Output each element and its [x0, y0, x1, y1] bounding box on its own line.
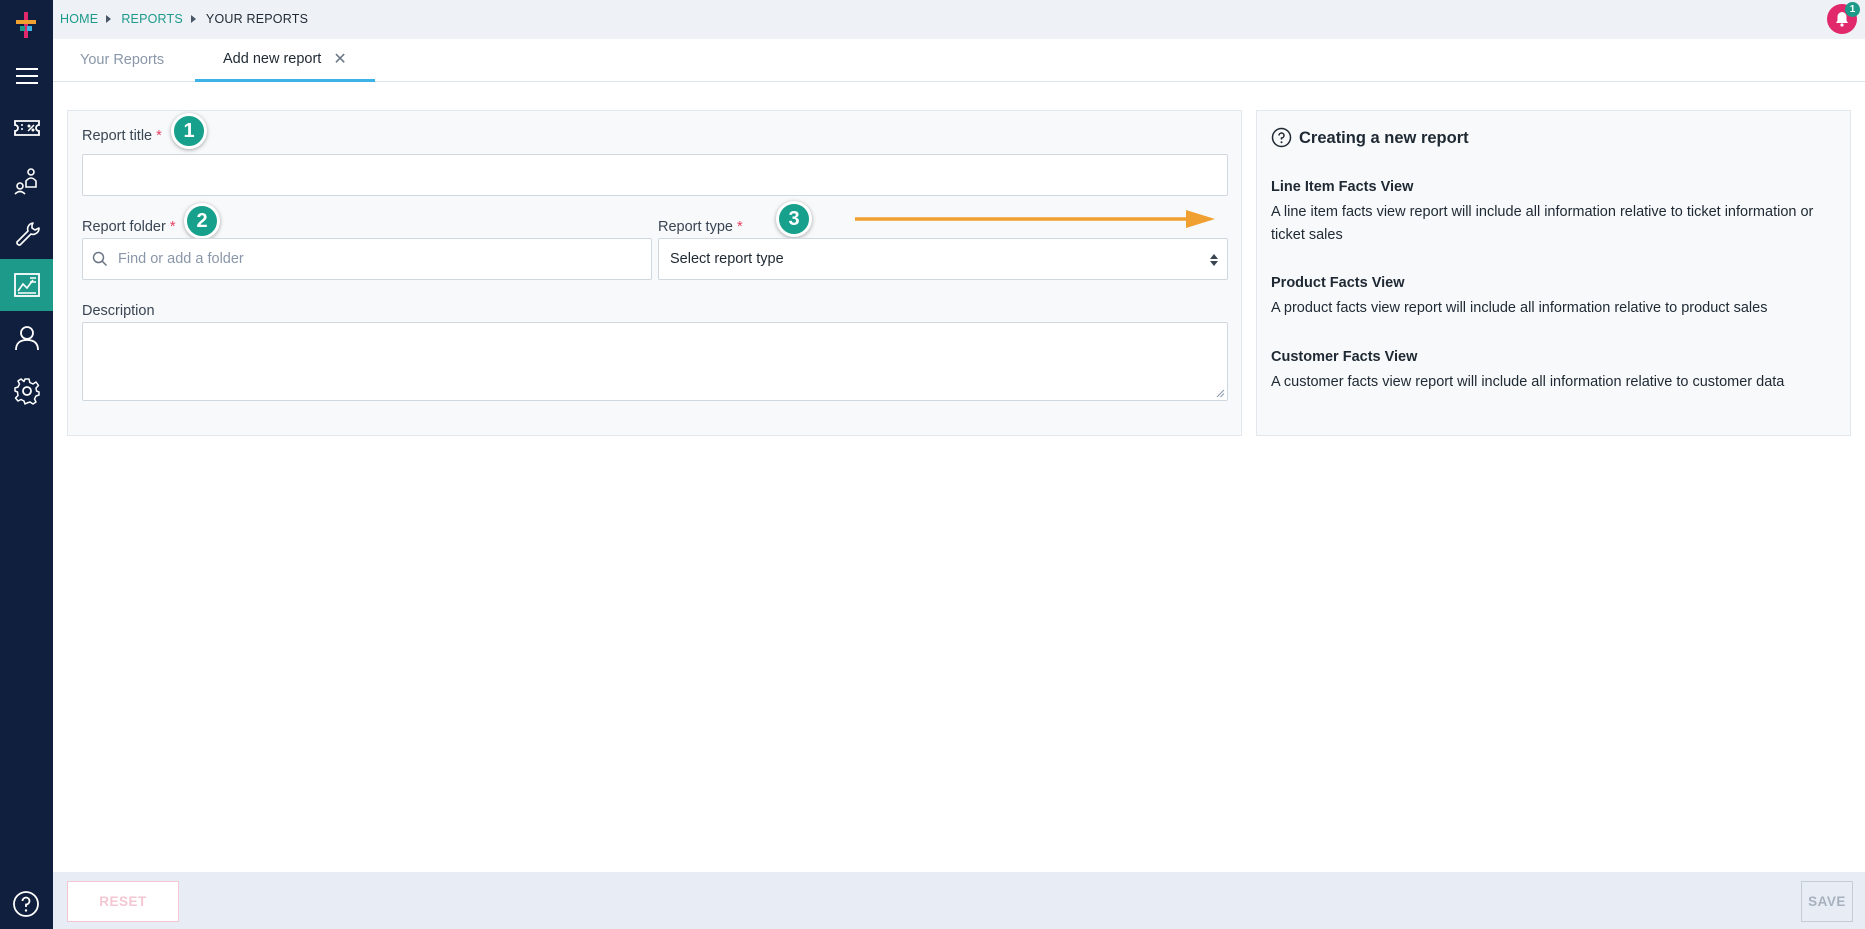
tab-label: Add new report [223, 51, 322, 67]
footer-bar: RESET SAVE [53, 872, 1865, 929]
report-title-input[interactable] [82, 154, 1228, 196]
reset-button[interactable]: RESET [67, 881, 179, 922]
report-type-select[interactable]: Select report type [658, 238, 1228, 280]
sidebar-item-network[interactable] [0, 155, 53, 207]
logo-icon[interactable] [12, 10, 40, 40]
annotation-arrow-icon [855, 210, 1215, 228]
report-folder-label: Report folder * [82, 219, 176, 235]
report-form: Report title * 1 Report folder * 2 Find or… [67, 110, 1242, 436]
help-block-heading: Customer Facts View [1271, 349, 1418, 365]
save-button[interactable]: SAVE [1801, 881, 1853, 922]
help-block-customer: Customer Facts View A customer facts vie… [1271, 349, 1841, 394]
question-circle-icon [1271, 127, 1292, 148]
step-2-marker: 2 [184, 203, 220, 239]
sidebar-item-tools[interactable] [0, 208, 53, 260]
report-folder-search-input[interactable]: Find or add a folder [82, 238, 652, 280]
sidebar-item-users[interactable] [0, 312, 53, 364]
menu-icon [15, 68, 38, 84]
notification-badge: 1 [1845, 2, 1860, 17]
step-1-marker: 1 [171, 113, 207, 149]
help-block-text: A line item facts view report will inclu… [1271, 204, 1814, 243]
help-block-text: A product facts view report will include… [1271, 300, 1768, 316]
gear-icon [13, 378, 40, 405]
help-block-text: A customer facts view report will includ… [1271, 374, 1785, 390]
step-3-marker: 3 [776, 201, 812, 237]
report-type-value: Select report type [670, 251, 784, 267]
top-bar: HOME REPORTS YOUR REPORTS 1 [53, 0, 1865, 39]
resize-handle-icon[interactable] [1216, 389, 1225, 398]
tab-add-new-report[interactable]: Add new report ✕ [195, 39, 375, 82]
breadcrumb-reports[interactable]: REPORTS [121, 12, 183, 26]
description-label: Description [82, 303, 155, 319]
help-block-heading: Product Facts View [1271, 275, 1405, 291]
search-icon [92, 251, 108, 267]
help-icon[interactable] [11, 889, 41, 919]
help-block-line-item: Line Item Facts View A line item facts v… [1271, 179, 1841, 247]
sidebar-item-menu[interactable] [0, 50, 53, 102]
chevron-right-icon [106, 15, 112, 23]
network-icon [13, 168, 37, 195]
close-icon[interactable]: ✕ [333, 49, 346, 69]
reports-icon [13, 273, 40, 297]
description-textarea[interactable] [82, 322, 1228, 401]
tab-your-reports[interactable]: Your Reports [80, 39, 164, 81]
breadcrumb-home[interactable]: HOME [60, 12, 98, 26]
notification-button[interactable]: 1 [1827, 2, 1860, 34]
tab-label: Your Reports [80, 52, 165, 68]
tab-bar: Your Reports Add new report ✕ [53, 39, 1865, 82]
help-panel-title: Creating a new report [1299, 129, 1469, 147]
ticket-icon [13, 120, 40, 136]
sidebar-item-tickets[interactable] [0, 102, 53, 154]
breadcrumb-your-reports: YOUR REPORTS [205, 12, 309, 26]
folder-placeholder: Find or add a folder [118, 251, 244, 267]
chevron-right-icon [190, 15, 196, 23]
user-icon [14, 326, 39, 351]
wrench-icon [15, 222, 40, 246]
help-panel: Creating a new report Line Item Facts Vi… [1256, 110, 1851, 436]
sidebar-item-reports[interactable] [0, 259, 53, 311]
report-type-label: Report type * [658, 219, 743, 235]
help-block-product: Product Facts View A product facts view … [1271, 275, 1841, 320]
help-block-heading: Line Item Facts View [1271, 179, 1414, 195]
sort-arrows-icon [1210, 254, 1218, 266]
sidebar-item-settings[interactable] [0, 365, 53, 417]
report-title-label: Report title * [82, 128, 162, 144]
breadcrumb: HOME REPORTS YOUR REPORTS [60, 12, 308, 26]
sidebar [0, 0, 53, 929]
